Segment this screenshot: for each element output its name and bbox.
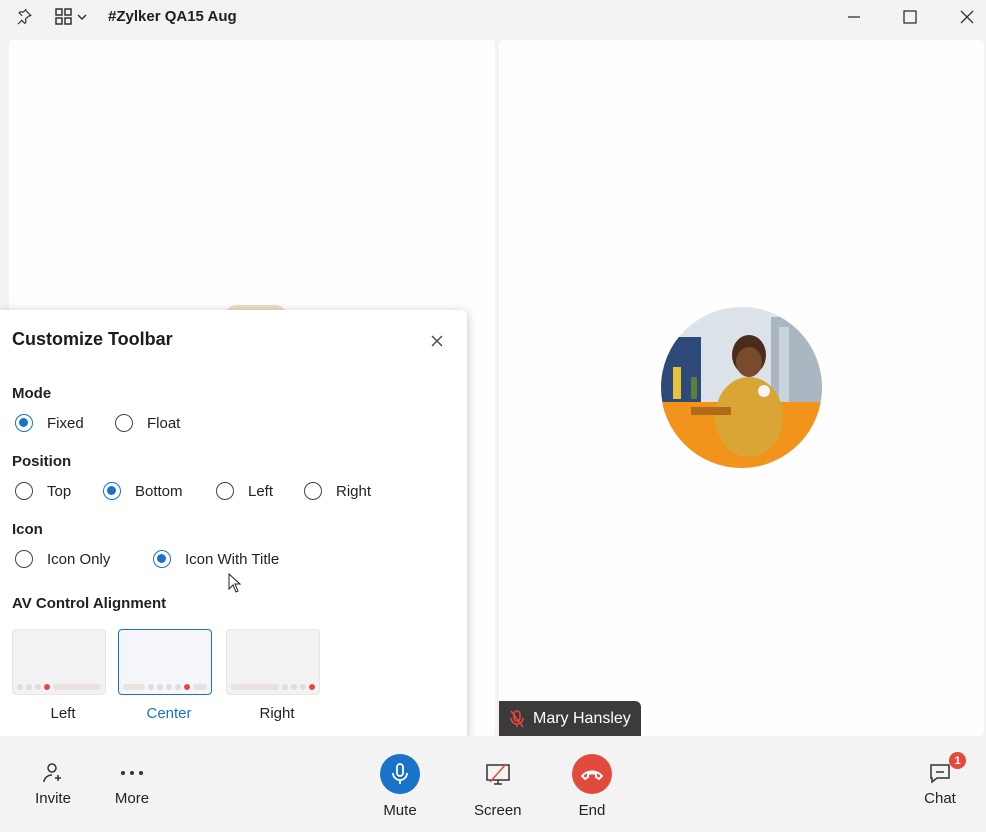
position-bottom-radio[interactable]: Bottom: [103, 482, 183, 500]
screen-share-button[interactable]: Screen: [474, 754, 522, 819]
minimize-icon[interactable]: [840, 4, 868, 30]
close-icon[interactable]: [426, 330, 448, 352]
chat-button[interactable]: 1 Chat: [920, 752, 966, 807]
align-center-option[interactable]: [118, 629, 212, 695]
participant-name: Mary Hansley: [533, 709, 631, 727]
participant-avatar: [661, 307, 822, 468]
mouse-cursor-icon: [228, 573, 242, 593]
chat-badge: 1: [949, 752, 966, 769]
more-button[interactable]: More: [112, 758, 152, 807]
align-center-label: Center: [146, 705, 192, 722]
position-left-radio[interactable]: Left: [216, 482, 273, 500]
icon-only-radio[interactable]: Icon Only: [15, 550, 110, 568]
icon-with-title-radio[interactable]: Icon With Title: [153, 550, 279, 568]
mode-label: Mode: [12, 385, 52, 402]
align-left-label: Left: [50, 705, 76, 722]
mic-muted-icon: [509, 709, 525, 728]
mute-button[interactable]: Mute: [380, 754, 420, 819]
customize-toolbar-panel: Customize Toolbar Mode Fixed Float Posit…: [0, 310, 467, 742]
align-right-option[interactable]: [226, 629, 320, 695]
panel-title: Customize Toolbar: [12, 329, 173, 349]
position-top-radio[interactable]: Top: [15, 482, 71, 500]
chat-icon: 1: [920, 752, 966, 788]
align-right-label: Right: [259, 705, 295, 722]
window-title: #Zylker QA15 Aug: [108, 8, 237, 25]
invite-button[interactable]: Invite: [33, 758, 73, 807]
layout-grid-icon[interactable]: [55, 6, 89, 28]
position-right-radio[interactable]: Right: [304, 482, 371, 500]
align-left-option[interactable]: [12, 629, 106, 695]
end-call-button[interactable]: End: [572, 754, 612, 819]
add-user-icon: [33, 758, 73, 788]
hang-up-icon: [572, 754, 612, 794]
mode-float-radio[interactable]: Float: [115, 414, 180, 432]
av-alignment-label: AV Control Alignment: [12, 595, 167, 612]
pin-icon[interactable]: [13, 6, 35, 28]
maximize-icon[interactable]: [896, 4, 924, 30]
mode-fixed-radio[interactable]: Fixed: [15, 414, 84, 432]
position-label: Position: [12, 453, 72, 470]
microphone-icon: [380, 754, 420, 794]
close-window-icon[interactable]: [953, 4, 981, 30]
title-bar: #Zylker QA15 Aug: [0, 0, 986, 34]
screen-share-off-icon: [478, 754, 518, 794]
icon-label: Icon: [12, 521, 43, 538]
more-dots-icon: [112, 758, 152, 788]
participant-name-tag: Mary Hansley: [499, 701, 641, 736]
bottom-toolbar: Invite More Mute Screen End 1 Chat: [0, 736, 986, 832]
